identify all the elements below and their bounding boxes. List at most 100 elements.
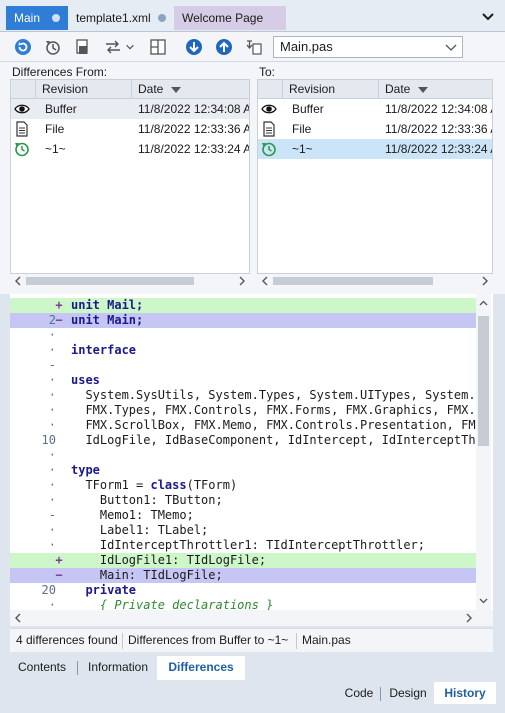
code-text: type <box>71 463 100 477</box>
revert-icon[interactable] <box>43 37 63 57</box>
code-line: · <box>10 448 476 463</box>
toolbar: Main.pas <box>0 32 505 62</box>
editor-view-switcher: Code Design History <box>0 682 505 706</box>
revision-name: File <box>292 122 312 136</box>
view-mode-icon[interactable] <box>148 37 168 57</box>
tab-contents[interactable]: Contents <box>10 656 74 680</box>
divider <box>122 633 123 649</box>
revision-date: 11/8/2022 12:34:08 AM <box>385 102 492 116</box>
tab-label: Contents <box>17 660 67 674</box>
tab-label: Information <box>87 660 149 674</box>
chevron-down-icon[interactable] <box>124 37 136 57</box>
added-marker: + <box>55 298 63 312</box>
line-number: - <box>48 358 56 372</box>
tab-welcome-page[interactable]: Welcome Page <box>174 6 286 30</box>
code-text: Main: TIdLogFile; <box>71 568 223 582</box>
tab-information[interactable]: Information <box>80 656 156 680</box>
added-line: + IdLogFile1: TIdLogFile; <box>10 553 476 568</box>
removed-marker: − <box>55 313 63 327</box>
chevron-down-icon[interactable] <box>481 10 495 24</box>
code-line: · type <box>10 463 476 478</box>
view-history[interactable]: History <box>434 682 496 704</box>
line-number: · <box>48 418 56 432</box>
scroll-down-icon[interactable] <box>478 595 489 606</box>
line-number: - <box>48 508 56 522</box>
line-number: · <box>48 403 56 417</box>
revision-name: File <box>45 122 65 136</box>
code-text: System.SysUtils, System.Types, System.UI… <box>71 388 476 402</box>
line-number: · <box>48 328 56 342</box>
line-number: · <box>48 343 56 357</box>
differences-from-pane: Differences From: Revision Date Buffer 1… <box>10 62 250 294</box>
table-row[interactable]: Buffer 11/8/2022 12:34:08 AM <box>258 99 492 119</box>
scroll-left-icon[interactable] <box>12 612 24 624</box>
scroll-left-icon[interactable] <box>259 275 271 287</box>
code-line: · TForm1 = class(TForm) <box>10 478 476 493</box>
code-line: · { Private declarations } <box>10 598 476 610</box>
view-code[interactable]: Code <box>340 682 378 704</box>
table-row[interactable]: Buffer 11/8/2022 12:34:08 AM <box>11 99 249 119</box>
line-number: 20 <box>41 583 56 597</box>
code-line: · FMX.ScrollBox, FMX.Memo, FMX.Controls.… <box>10 418 476 433</box>
code-horizontal-scrollbar[interactable] <box>10 610 493 626</box>
scroll-right-icon[interactable] <box>236 275 248 287</box>
horizontal-scrollbar[interactable] <box>10 274 250 288</box>
table-row[interactable]: File 11/8/2022 12:33:36 AM <box>258 119 492 139</box>
editor-tab-bar: Main template1.xml Welcome Page <box>0 0 505 32</box>
code-line: · Button1: TButton; <box>10 493 476 508</box>
code-line: · IdInterceptThrottler1: TIdInterceptThr… <box>10 538 476 553</box>
line-number: 2 <box>48 313 56 327</box>
code-text: uses <box>71 373 100 387</box>
grid-header: Revision Date <box>258 80 492 99</box>
divider <box>380 687 381 701</box>
table-row[interactable]: File 11/8/2022 12:33:36 AM <box>11 119 249 139</box>
scrollbar-thumb[interactable] <box>478 316 489 446</box>
code-text: IdInterceptThrottler1: TIdInterceptThrot… <box>71 538 426 552</box>
follow-text-icon[interactable] <box>244 37 264 57</box>
code-line: 20 private <box>10 583 476 598</box>
tab-template1-xml[interactable]: template1.xml <box>68 6 174 30</box>
code-text: TForm1 = class(TForm) <box>71 478 238 492</box>
divider <box>77 661 78 675</box>
diff-options-icon[interactable] <box>103 37 123 57</box>
line-number: · <box>48 388 56 402</box>
file-select[interactable]: Main.pas <box>273 36 463 58</box>
line-number: 10 <box>41 433 56 447</box>
removed-line: − Main: TIdLogFile; <box>10 568 476 583</box>
refresh-icon[interactable] <box>13 37 33 57</box>
tab-differences[interactable]: Differences <box>157 656 245 680</box>
scrollbar-thumb[interactable] <box>26 277 194 285</box>
copy-icon[interactable] <box>73 37 93 57</box>
scroll-up-icon[interactable] <box>478 298 489 309</box>
keyword: class <box>150 478 187 492</box>
scrollbar-thumb[interactable] <box>273 277 433 285</box>
horizontal-scrollbar[interactable] <box>257 274 493 288</box>
next-difference-icon[interactable] <box>184 37 204 57</box>
column-header-revision[interactable]: Revision <box>282 80 378 99</box>
line-number: · <box>48 538 56 552</box>
column-header-date[interactable]: Date <box>378 80 492 99</box>
view-label: Design <box>389 686 427 700</box>
view-design[interactable]: Design <box>383 682 433 704</box>
scroll-left-icon[interactable] <box>12 275 24 287</box>
column-label: Revision <box>289 82 336 96</box>
table-row[interactable]: ~1~ 11/8/2022 12:33:24 AM <box>11 139 249 159</box>
view-label: Code <box>344 686 374 700</box>
tab-main[interactable]: Main <box>6 6 68 30</box>
scroll-right-icon[interactable] <box>479 275 491 287</box>
code-text: Button1: TButton; <box>71 493 223 507</box>
revision-name: Buffer <box>292 102 324 116</box>
file-icon <box>14 121 30 137</box>
scroll-right-icon[interactable] <box>463 612 475 624</box>
table-row[interactable]: ~1~ 11/8/2022 12:33:24 AM <box>258 139 492 159</box>
column-header-date[interactable]: Date <box>131 80 249 99</box>
to-label: To: <box>259 65 276 79</box>
vertical-scrollbar[interactable] <box>476 294 491 610</box>
code-text: unit Mail; <box>71 298 144 312</box>
column-header-revision[interactable]: Revision <box>35 80 131 99</box>
code-line: · FMX.Types, FMX.Controls, FMX.Forms, FM… <box>10 403 476 418</box>
previous-difference-icon[interactable] <box>214 37 234 57</box>
file-select-value: Main.pas <box>280 39 333 54</box>
diff-code-view[interactable]: + unit Mail; 2− unit Main; · · interface - · uses… <box>10 294 493 610</box>
line-number: · <box>48 598 56 610</box>
